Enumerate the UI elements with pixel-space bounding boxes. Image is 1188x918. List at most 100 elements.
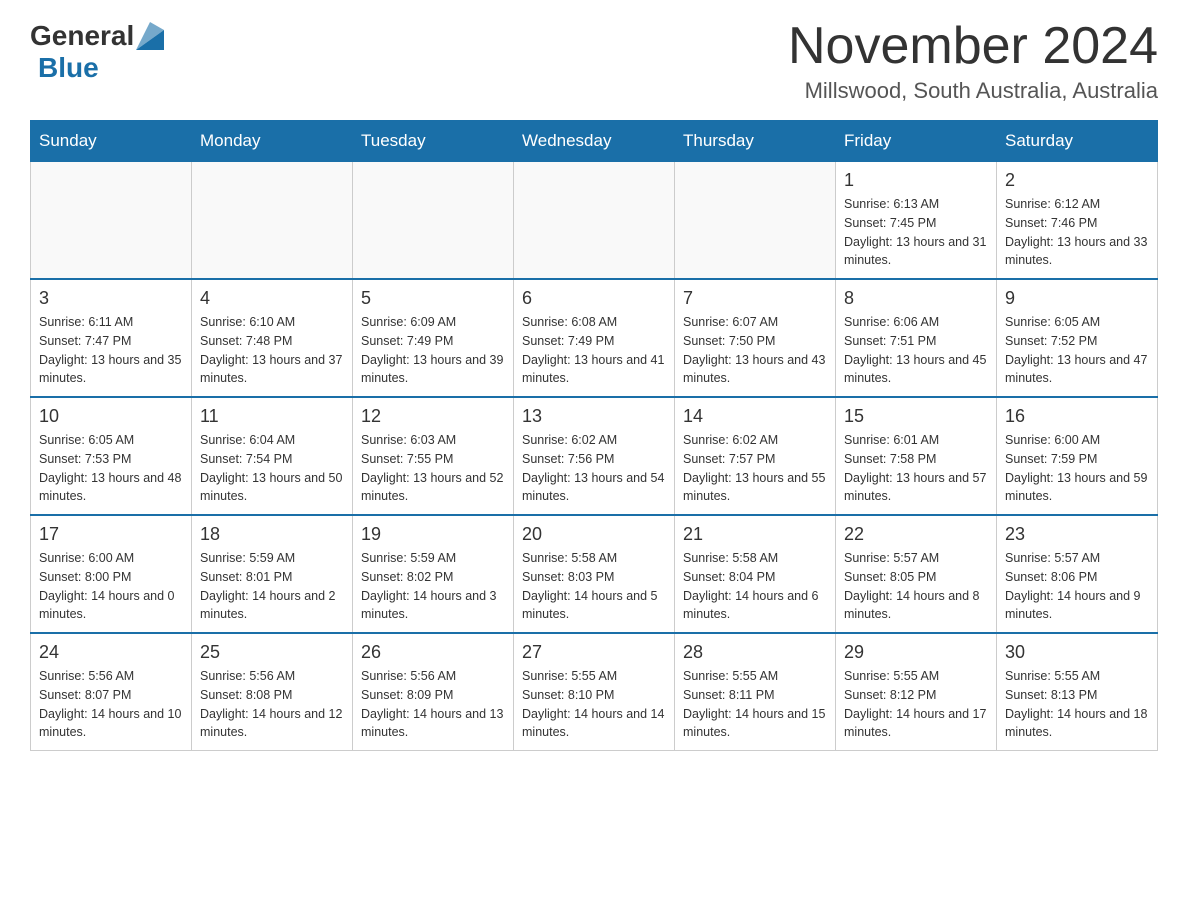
day-number: 15: [844, 406, 988, 427]
day-info: Sunrise: 5:58 AMSunset: 8:03 PMDaylight:…: [522, 549, 666, 624]
logo-blue-text: Blue: [38, 52, 99, 83]
calendar-cell: 8 Sunrise: 6:06 AMSunset: 7:51 PMDaylight…: [836, 279, 997, 397]
day-info: Sunrise: 6:10 AMSunset: 7:48 PMDaylight:…: [200, 313, 344, 388]
day-number: 11: [200, 406, 344, 427]
day-number: 21: [683, 524, 827, 545]
calendar-week-1: 1 Sunrise: 6:13 AMSunset: 7:45 PMDaylight…: [31, 162, 1158, 280]
calendar-cell: 7Sunrise: 6:07 AMSunset: 7:50 PMDaylight…: [675, 279, 836, 397]
day-info: Sunrise: 5:56 AMSunset: 8:07 PMDaylight:…: [39, 667, 183, 742]
calendar-cell: [675, 162, 836, 280]
calendar-cell: 4 Sunrise: 6:10 AMSunset: 7:48 PMDaylight…: [192, 279, 353, 397]
day-number: 3: [39, 288, 183, 309]
calendar-cell: 23 Sunrise: 5:57 AMSunset: 8:06 PMDayligh…: [997, 515, 1158, 633]
day-number: 1: [844, 170, 988, 191]
day-info: Sunrise: 6:05 AMSunset: 7:52 PMDaylight:…: [1005, 313, 1149, 388]
weekday-header-saturday: Saturday: [997, 121, 1158, 162]
day-number: 27: [522, 642, 666, 663]
day-number: 16: [1005, 406, 1149, 427]
day-info: Sunrise: 6:06 AMSunset: 7:51 PMDaylight:…: [844, 313, 988, 388]
day-info: Sunrise: 5:57 AMSunset: 8:05 PMDaylight:…: [844, 549, 988, 624]
day-number: 26: [361, 642, 505, 663]
day-info: Sunrise: 5:56 AMSunset: 8:09 PMDaylight:…: [361, 667, 505, 742]
day-info: Sunrise: 5:55 AMSunset: 8:10 PMDaylight:…: [522, 667, 666, 742]
day-info: Sunrise: 6:01 AMSunset: 7:58 PMDaylight:…: [844, 431, 988, 506]
weekday-header-wednesday: Wednesday: [514, 121, 675, 162]
day-number: 12: [361, 406, 505, 427]
calendar-cell: 10 Sunrise: 6:05 AMSunset: 7:53 PMDayligh…: [31, 397, 192, 515]
title-section: November 2024 Millswood, South Australia…: [788, 20, 1158, 104]
calendar-cell: 27 Sunrise: 5:55 AMSunset: 8:10 PMDayligh…: [514, 633, 675, 751]
calendar-cell: 30 Sunrise: 5:55 AMSunset: 8:13 PMDayligh…: [997, 633, 1158, 751]
day-number: 24: [39, 642, 183, 663]
day-number: 10: [39, 406, 183, 427]
day-info: Sunrise: 6:08 AMSunset: 7:49 PMDaylight:…: [522, 313, 666, 388]
day-info: Sunrise: 5:55 AMSunset: 8:12 PMDaylight:…: [844, 667, 988, 742]
calendar-cell: 25Sunrise: 5:56 AMSunset: 8:08 PMDayligh…: [192, 633, 353, 751]
logo-icon: [136, 22, 164, 50]
logo-general-text: General: [30, 20, 134, 52]
day-info: Sunrise: 6:03 AMSunset: 7:55 PMDaylight:…: [361, 431, 505, 506]
weekday-header-friday: Friday: [836, 121, 997, 162]
day-info: Sunrise: 6:13 AMSunset: 7:45 PMDaylight:…: [844, 195, 988, 270]
day-number: 4: [200, 288, 344, 309]
day-number: 8: [844, 288, 988, 309]
day-number: 13: [522, 406, 666, 427]
day-info: Sunrise: 6:05 AMSunset: 7:53 PMDaylight:…: [39, 431, 183, 506]
day-number: 23: [1005, 524, 1149, 545]
calendar-cell: 19Sunrise: 5:59 AMSunset: 8:02 PMDayligh…: [353, 515, 514, 633]
calendar-cell: 17Sunrise: 6:00 AMSunset: 8:00 PMDayligh…: [31, 515, 192, 633]
day-number: 30: [1005, 642, 1149, 663]
day-number: 9: [1005, 288, 1149, 309]
day-number: 14: [683, 406, 827, 427]
logo: General Blue: [30, 20, 166, 84]
day-number: 2: [1005, 170, 1149, 191]
calendar-cell: 22 Sunrise: 5:57 AMSunset: 8:05 PMDayligh…: [836, 515, 997, 633]
calendar-cell: 24 Sunrise: 5:56 AMSunset: 8:07 PMDayligh…: [31, 633, 192, 751]
calendar-cell: 28Sunrise: 5:55 AMSunset: 8:11 PMDayligh…: [675, 633, 836, 751]
calendar-cell: [192, 162, 353, 280]
day-info: Sunrise: 5:59 AMSunset: 8:02 PMDaylight:…: [361, 549, 505, 624]
calendar-cell: 13Sunrise: 6:02 AMSunset: 7:56 PMDayligh…: [514, 397, 675, 515]
day-info: Sunrise: 5:57 AMSunset: 8:06 PMDaylight:…: [1005, 549, 1149, 624]
weekday-header-monday: Monday: [192, 121, 353, 162]
calendar-cell: 16Sunrise: 6:00 AMSunset: 7:59 PMDayligh…: [997, 397, 1158, 515]
weekday-header-sunday: Sunday: [31, 121, 192, 162]
calendar-cell: 15 Sunrise: 6:01 AMSunset: 7:58 PMDayligh…: [836, 397, 997, 515]
calendar-cell: 3 Sunrise: 6:11 AMSunset: 7:47 PMDaylight…: [31, 279, 192, 397]
calendar-cell: 1 Sunrise: 6:13 AMSunset: 7:45 PMDaylight…: [836, 162, 997, 280]
day-info: Sunrise: 6:00 AMSunset: 8:00 PMDaylight:…: [39, 549, 183, 624]
weekday-header-row: SundayMondayTuesdayWednesdayThursdayFrid…: [31, 121, 1158, 162]
calendar-week-4: 17Sunrise: 6:00 AMSunset: 8:00 PMDayligh…: [31, 515, 1158, 633]
day-number: 22: [844, 524, 988, 545]
calendar-cell: 26 Sunrise: 5:56 AMSunset: 8:09 PMDayligh…: [353, 633, 514, 751]
calendar-cell: 20 Sunrise: 5:58 AMSunset: 8:03 PMDayligh…: [514, 515, 675, 633]
day-info: Sunrise: 6:02 AMSunset: 7:57 PMDaylight:…: [683, 431, 827, 506]
day-info: Sunrise: 5:58 AMSunset: 8:04 PMDaylight:…: [683, 549, 827, 624]
calendar-cell: 6 Sunrise: 6:08 AMSunset: 7:49 PMDaylight…: [514, 279, 675, 397]
calendar-week-5: 24 Sunrise: 5:56 AMSunset: 8:07 PMDayligh…: [31, 633, 1158, 751]
day-info: Sunrise: 5:56 AMSunset: 8:08 PMDaylight:…: [200, 667, 344, 742]
calendar-cell: 14 Sunrise: 6:02 AMSunset: 7:57 PMDayligh…: [675, 397, 836, 515]
calendar-cell: [353, 162, 514, 280]
day-info: Sunrise: 5:55 AMSunset: 8:13 PMDaylight:…: [1005, 667, 1149, 742]
calendar-cell: [514, 162, 675, 280]
calendar-cell: 11Sunrise: 6:04 AMSunset: 7:54 PMDayligh…: [192, 397, 353, 515]
day-info: Sunrise: 5:59 AMSunset: 8:01 PMDaylight:…: [200, 549, 344, 624]
day-number: 28: [683, 642, 827, 663]
day-number: 6: [522, 288, 666, 309]
calendar-week-2: 3 Sunrise: 6:11 AMSunset: 7:47 PMDaylight…: [31, 279, 1158, 397]
calendar-cell: 29 Sunrise: 5:55 AMSunset: 8:12 PMDayligh…: [836, 633, 997, 751]
weekday-header-thursday: Thursday: [675, 121, 836, 162]
calendar-table: SundayMondayTuesdayWednesdayThursdayFrid…: [30, 120, 1158, 751]
calendar-cell: 5Sunrise: 6:09 AMSunset: 7:49 PMDaylight…: [353, 279, 514, 397]
day-number: 20: [522, 524, 666, 545]
day-info: Sunrise: 6:07 AMSunset: 7:50 PMDaylight:…: [683, 313, 827, 388]
day-number: 29: [844, 642, 988, 663]
calendar-cell: 18 Sunrise: 5:59 AMSunset: 8:01 PMDayligh…: [192, 515, 353, 633]
day-number: 5: [361, 288, 505, 309]
location-title: Millswood, South Australia, Australia: [788, 78, 1158, 104]
calendar-cell: 2Sunrise: 6:12 AMSunset: 7:46 PMDaylight…: [997, 162, 1158, 280]
day-info: Sunrise: 6:11 AMSunset: 7:47 PMDaylight:…: [39, 313, 183, 388]
day-number: 18: [200, 524, 344, 545]
calendar-cell: [31, 162, 192, 280]
